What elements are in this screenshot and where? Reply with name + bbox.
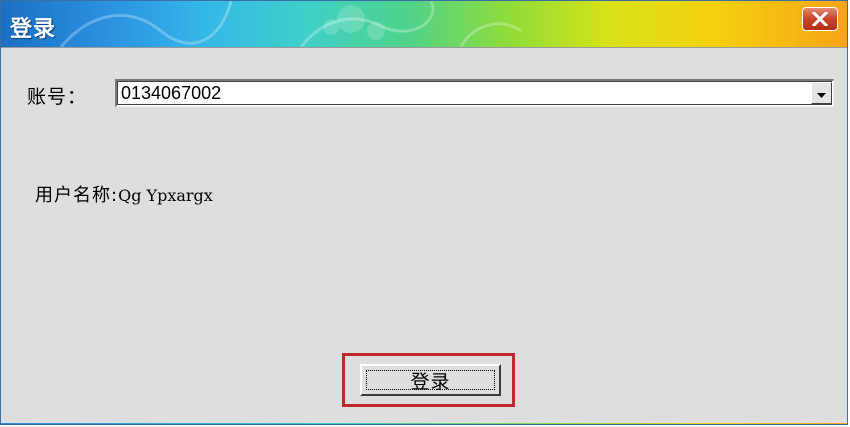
dialog-body: 账号： 0134067002 用户名称:Qg Ypxargx 登录	[1, 47, 847, 424]
username-value: Qg Ypxargx	[118, 186, 213, 205]
title-bar-decoration	[59, 1, 522, 47]
username-label: 用户名称:	[35, 185, 119, 206]
bottom-border-strip	[1, 423, 847, 424]
account-dropdown-button[interactable]	[811, 82, 832, 104]
window-title: 登录	[10, 17, 57, 42]
account-input[interactable]: 0134067002	[121, 83, 221, 104]
account-label: 账号：	[27, 86, 88, 108]
close-button[interactable]	[802, 7, 838, 31]
title-bar[interactable]: 登录	[1, 1, 847, 47]
account-combobox[interactable]: 0134067002	[115, 79, 834, 107]
close-icon	[812, 12, 828, 26]
chevron-down-icon	[817, 84, 826, 103]
username-display: 用户名称:Qg Ypxargx	[35, 181, 213, 207]
login-button-label: 登录	[410, 370, 451, 393]
login-button[interactable]: 登录	[360, 364, 501, 396]
login-dialog: 登录 账号： 0134067002 用户名称:Qg Ypxargx 登录	[0, 0, 848, 425]
